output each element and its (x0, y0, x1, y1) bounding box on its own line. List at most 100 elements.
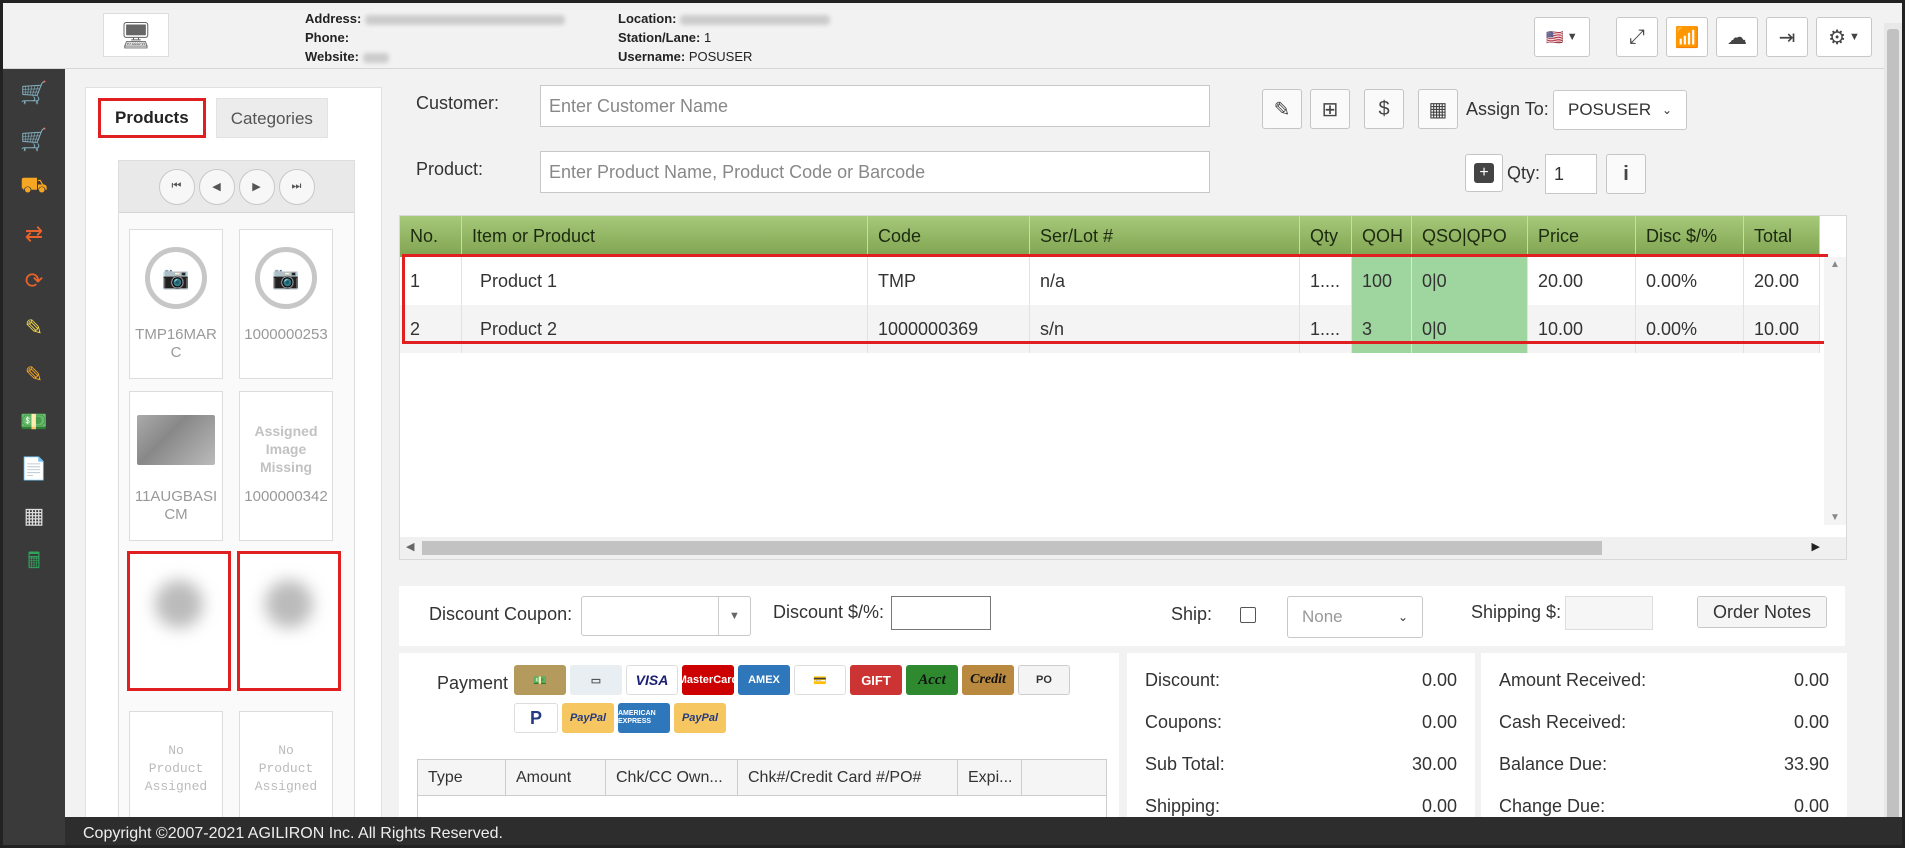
product-tile[interactable] (127, 551, 231, 691)
table-row[interactable]: 2 Product 2 1000000369 s/n 1.... 3 0|0 10.00 0.0… (400, 305, 1820, 353)
product-image (155, 580, 203, 628)
nav-document[interactable]: 📄 (3, 445, 65, 492)
card-icon: 💳 (813, 674, 827, 687)
product-input[interactable]: Enter Product Name, Product Code or Barc… (540, 151, 1210, 193)
prev-page-button[interactable]: ◀ (198, 168, 235, 205)
discount-amount-input[interactable] (891, 596, 991, 630)
paypal-payment-button[interactable]: PayPal (562, 703, 614, 733)
next-page-button[interactable]: ▶ (238, 168, 275, 205)
nav-edit-2[interactable]: ✎ (3, 351, 65, 398)
grid-vertical-scrollbar[interactable]: ▲ ▼ (1824, 257, 1846, 525)
no-product-text: No Product Assigned (144, 743, 208, 794)
nav-money[interactable]: 💵 (3, 398, 65, 445)
account-payment-button[interactable]: Acct (906, 665, 958, 695)
cash-payment-button[interactable]: 💵 (514, 665, 566, 695)
page-scroll-thumb[interactable] (1887, 29, 1899, 819)
payment-table-header: Type Amount Chk/CC Own... Chk#/Credit Card … (418, 760, 1106, 796)
website-label: Website: (305, 49, 359, 64)
customer-input[interactable]: Enter Customer Name (540, 85, 1210, 127)
column-header[interactable]: Item or Product (462, 216, 868, 257)
grid-horizontal-scrollbar[interactable]: ◀ ▶ (400, 537, 1846, 559)
column-header[interactable]: Disc $/% (1636, 216, 1744, 257)
product-tile[interactable]: 📷 1000000253 (239, 229, 333, 379)
ship-checkbox[interactable] (1240, 607, 1256, 623)
fullscreen-button[interactable]: ⤢ (1616, 17, 1658, 57)
payment-column-header[interactable]: Expi... (958, 760, 1022, 795)
table-cell: Product 1 (462, 257, 868, 305)
tab-categories[interactable]: Categories (215, 98, 328, 138)
scroll-thumb[interactable] (422, 541, 1602, 555)
footer-copyright: Copyright ©2007-2021 AGILIRON Inc. All R… (65, 817, 1902, 845)
nav-orders[interactable]: 🛒 (3, 116, 65, 163)
visa-payment-button[interactable]: VISA (626, 665, 678, 695)
payment-column-header[interactable]: Chk#/Credit Card #/PO# (738, 760, 958, 795)
wifi-button[interactable]: 📶 (1666, 17, 1708, 57)
ship-method-select[interactable]: None ⌄ (1287, 596, 1423, 638)
logout-icon: ⇥ (1778, 26, 1796, 49)
qty-input[interactable]: 1 (1545, 154, 1597, 194)
product-tile[interactable]: 📷 TMP16MARC (129, 229, 223, 379)
product-tile[interactable]: Assigned Image Missing 1000000342 (239, 391, 333, 541)
total-label: Balance Due: (1499, 753, 1608, 774)
last-page-button[interactable]: ⏭ (278, 168, 315, 205)
table-view-button[interactable]: ▦ (1418, 89, 1458, 129)
logout-button[interactable]: ⇥ (1766, 17, 1808, 57)
column-header[interactable]: Total (1744, 216, 1820, 257)
product-tile[interactable] (237, 551, 341, 691)
add-customer-button[interactable]: ⊞ (1310, 89, 1350, 129)
product-tile[interactable]: 11AUGBASICM (129, 391, 223, 541)
nav-edit[interactable]: ✎ (3, 304, 65, 351)
table-row[interactable]: 1 Product 1 TMP n/a 1.... 100 0|0 20.00 0.00% 20.… (400, 257, 1820, 305)
paypal-p-button[interactable]: P (514, 703, 558, 733)
column-header[interactable]: QOH (1352, 216, 1412, 257)
payment-column-header[interactable]: Type (418, 760, 506, 795)
nav-refresh[interactable]: ⟳ (3, 257, 65, 304)
column-header[interactable]: No. (400, 216, 462, 257)
mastercard-payment-button[interactable]: MasterCard (678, 665, 738, 695)
first-page-button[interactable]: ⏮ (158, 168, 195, 205)
page-scrollbar[interactable] (1884, 23, 1902, 823)
credit-payment-button[interactable]: Credit (962, 665, 1014, 695)
gift-payment-button[interactable]: GIFT (850, 665, 902, 695)
tab-products[interactable]: Products (98, 98, 206, 138)
cloud-upload-button[interactable]: ☁ (1716, 17, 1758, 57)
price-button[interactable]: $ (1364, 89, 1404, 129)
expand-icon: ⤢ (1629, 25, 1645, 48)
prev-page-icon: ◀ (212, 181, 221, 193)
column-header[interactable]: QSO|QPO (1412, 216, 1528, 257)
amex-alt-payment-button[interactable]: AMERICAN EXPRESS (618, 703, 670, 733)
check-payment-button[interactable]: ▭ (570, 665, 622, 695)
po-payment-button[interactable]: PO (1018, 665, 1070, 695)
assign-to-select[interactable]: POSUSER ⌄ (1553, 90, 1687, 130)
cart-icon: 🛒 (20, 126, 48, 152)
column-header[interactable]: Price (1528, 216, 1636, 257)
payment-column-header[interactable]: Chk/CC Own... (606, 760, 738, 795)
table-cell: 1 (400, 257, 462, 305)
total-row: Amount Received: 0.00 (1481, 659, 1847, 701)
column-header[interactable]: Code (868, 216, 1030, 257)
column-header[interactable]: Ser/Lot # (1030, 216, 1300, 257)
product-grid: ⏮ ◀ ▶ ⏭ 📷 TMP16MARC 📷 1000000253 11AUGBASICM… (118, 160, 355, 845)
paypal-alt-payment-button[interactable]: PayPal (674, 703, 726, 733)
scroll-left-icon: ◀ (406, 541, 415, 553)
table-cell: TMP (868, 257, 1030, 305)
settings-button[interactable]: ⚙ ▼ (1816, 17, 1872, 57)
info-button[interactable]: i (1606, 154, 1646, 194)
nav-cash-register[interactable]: 🖩 (3, 539, 65, 586)
card-payment-button[interactable]: 💳 (794, 665, 846, 695)
add-product-button[interactable]: + (1465, 154, 1503, 192)
discount-coupon-select[interactable]: ▼ (581, 596, 751, 636)
column-header[interactable]: Qty (1300, 216, 1352, 257)
language-flag-button[interactable]: 🇺🇸 ▼ (1534, 17, 1590, 57)
amex-payment-button[interactable]: AMEX (738, 665, 790, 695)
nav-pos-cart[interactable]: 🛒 (3, 69, 65, 116)
payment-column-header[interactable]: Amount (506, 760, 606, 795)
order-notes-button[interactable]: Order Notes (1697, 596, 1827, 628)
nav-cart-outline[interactable]: ⛟ (3, 163, 65, 210)
nav-transfer[interactable]: ⇄ (3, 210, 65, 257)
edit-customer-button[interactable]: ✎ (1262, 89, 1302, 129)
chevron-down-icon: ▼ (718, 597, 750, 635)
nav-table[interactable]: ▦ (3, 492, 65, 539)
last-page-icon: ⏭ (291, 180, 302, 192)
shipping-input[interactable] (1565, 596, 1653, 630)
